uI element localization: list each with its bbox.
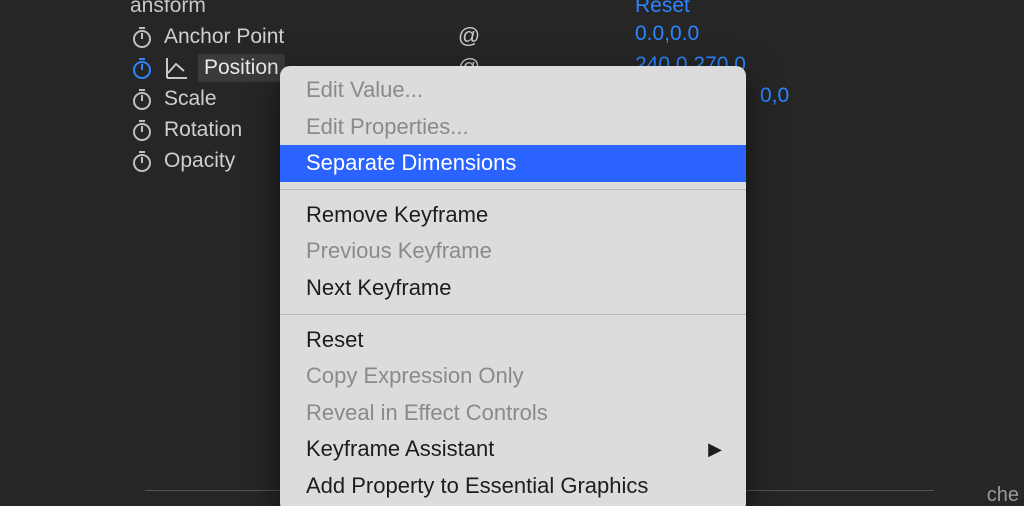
property-label: Opacity bbox=[164, 149, 235, 173]
menu-item-label: Previous Keyframe bbox=[306, 237, 492, 266]
menu-item-previous-keyframe[interactable]: Previous Keyframe bbox=[280, 233, 746, 270]
menu-item-reveal-in-effect-controls[interactable]: Reveal in Effect Controls bbox=[280, 395, 746, 432]
reset-link[interactable]: Reset bbox=[635, 0, 690, 18]
menu-item-label: Edit Properties... bbox=[306, 113, 469, 142]
stopwatch-icon[interactable] bbox=[130, 56, 154, 80]
menu-item-separate-dimensions[interactable]: Separate Dimensions bbox=[280, 145, 746, 182]
property-value-anchor-point[interactable]: 0.0,0.0 bbox=[635, 22, 699, 46]
property-row-scale[interactable]: Scale bbox=[130, 84, 217, 114]
menu-item-copy-expression-only[interactable]: Copy Expression Only bbox=[280, 358, 746, 395]
menu-separator bbox=[280, 314, 746, 315]
context-menu: Edit Value... Edit Properties... Separat… bbox=[280, 66, 746, 506]
menu-item-label: Reveal in Effect Controls bbox=[306, 399, 548, 428]
menu-item-next-keyframe[interactable]: Next Keyframe bbox=[280, 270, 746, 307]
stopwatch-icon[interactable] bbox=[130, 25, 154, 49]
footer-text-fragment: che bbox=[987, 484, 1019, 506]
menu-item-label: Add Property to Essential Graphics bbox=[306, 472, 648, 501]
submenu-arrow-icon: ▶ bbox=[708, 438, 722, 461]
section-header: ansform bbox=[130, 0, 206, 18]
menu-item-label: Edit Value... bbox=[306, 76, 423, 105]
menu-item-add-to-essential-graphics[interactable]: Add Property to Essential Graphics bbox=[280, 468, 746, 505]
property-row-rotation[interactable]: Rotation bbox=[130, 115, 242, 145]
property-label: Scale bbox=[164, 87, 217, 111]
property-row-position[interactable]: Position bbox=[130, 53, 285, 83]
expression-pickwhip-icon[interactable]: @ bbox=[455, 22, 483, 50]
property-label: Position bbox=[198, 54, 285, 82]
menu-item-label: Separate Dimensions bbox=[306, 149, 516, 178]
property-row-anchor-point[interactable]: Anchor Point bbox=[130, 22, 284, 52]
property-label: Rotation bbox=[164, 118, 242, 142]
menu-item-label: Remove Keyframe bbox=[306, 201, 488, 230]
stopwatch-icon[interactable] bbox=[130, 87, 154, 111]
menu-item-label: Copy Expression Only bbox=[306, 362, 524, 391]
graph-editor-icon[interactable] bbox=[164, 55, 190, 81]
property-row-opacity[interactable]: Opacity bbox=[130, 146, 235, 176]
menu-item-label: Reset bbox=[306, 326, 363, 355]
menu-item-reset[interactable]: Reset bbox=[280, 322, 746, 359]
property-label: Anchor Point bbox=[164, 25, 284, 49]
menu-item-remove-keyframe[interactable]: Remove Keyframe bbox=[280, 197, 746, 234]
menu-item-keyframe-assistant[interactable]: Keyframe Assistant ▶ bbox=[280, 431, 746, 468]
menu-item-edit-value[interactable]: Edit Value... bbox=[280, 72, 746, 109]
property-value-scale[interactable]: 0,0 bbox=[760, 84, 789, 108]
menu-item-label: Next Keyframe bbox=[306, 274, 452, 303]
menu-item-label: Keyframe Assistant bbox=[306, 435, 494, 464]
menu-item-edit-properties[interactable]: Edit Properties... bbox=[280, 109, 746, 146]
stopwatch-icon[interactable] bbox=[130, 149, 154, 173]
stopwatch-icon[interactable] bbox=[130, 118, 154, 142]
menu-separator bbox=[280, 189, 746, 190]
